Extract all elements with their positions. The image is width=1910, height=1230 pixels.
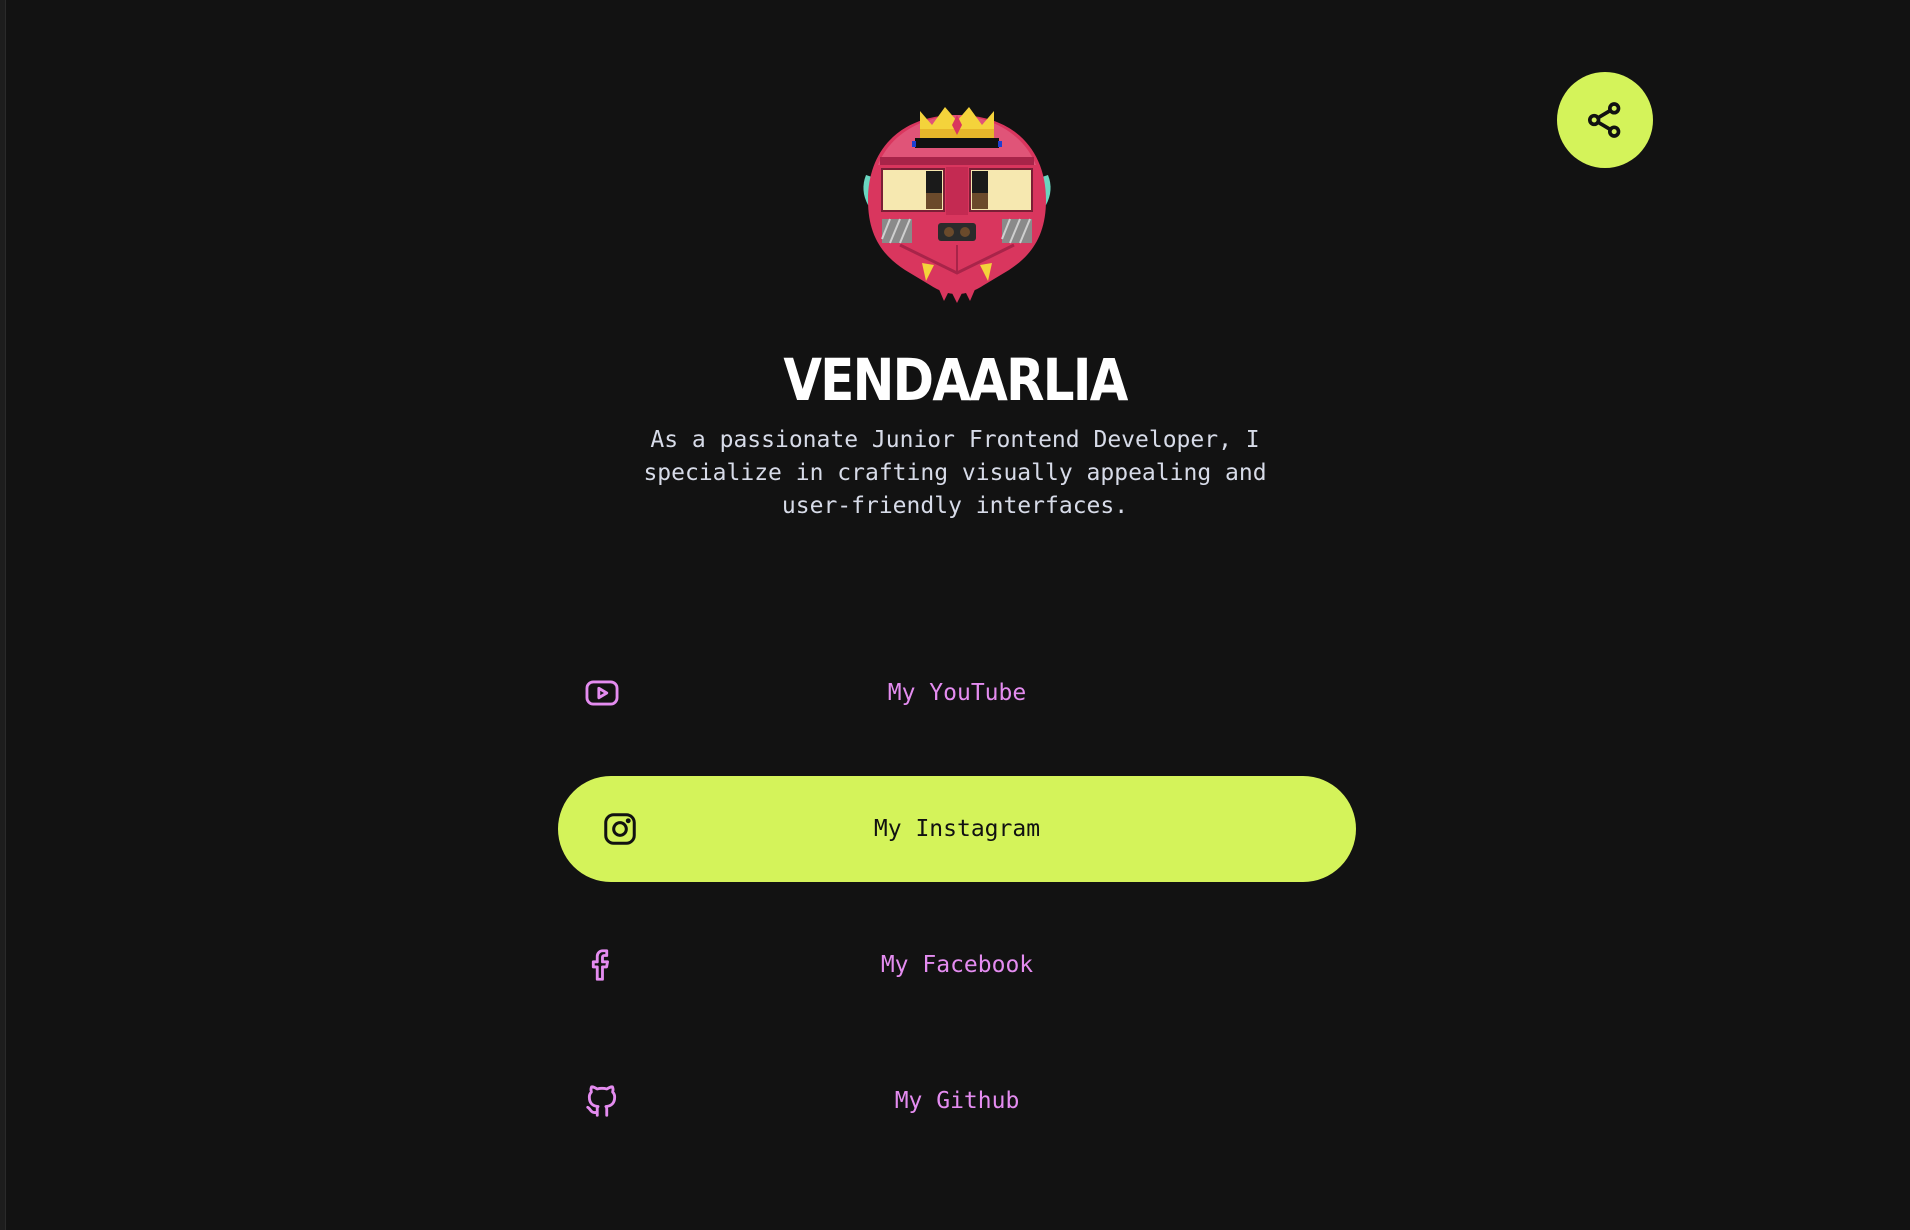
share-button[interactable] [1557,72,1653,168]
profile-bio: As a passionate Junior Frontend Develope… [643,427,1267,519]
instagram-icon [600,809,640,849]
share-icon [1588,102,1621,138]
facebook-icon [582,945,622,985]
link-facebook[interactable]: My Facebook [558,912,1356,1018]
link-github[interactable]: My Github [558,1048,1356,1154]
github-icon [582,1081,622,1121]
link-label: My Facebook [880,952,1034,978]
avatar [860,105,1054,305]
window-left-edge [0,0,6,1230]
link-label: My YouTube [887,680,1027,706]
link-label: My Instagram [873,816,1041,842]
link-youtube[interactable]: My YouTube [558,640,1356,746]
profile-name: VENDAARLIA [783,346,1128,414]
link-label: My Github [894,1088,1020,1114]
youtube-icon [582,673,622,713]
link-instagram[interactable]: My Instagram [558,776,1356,882]
